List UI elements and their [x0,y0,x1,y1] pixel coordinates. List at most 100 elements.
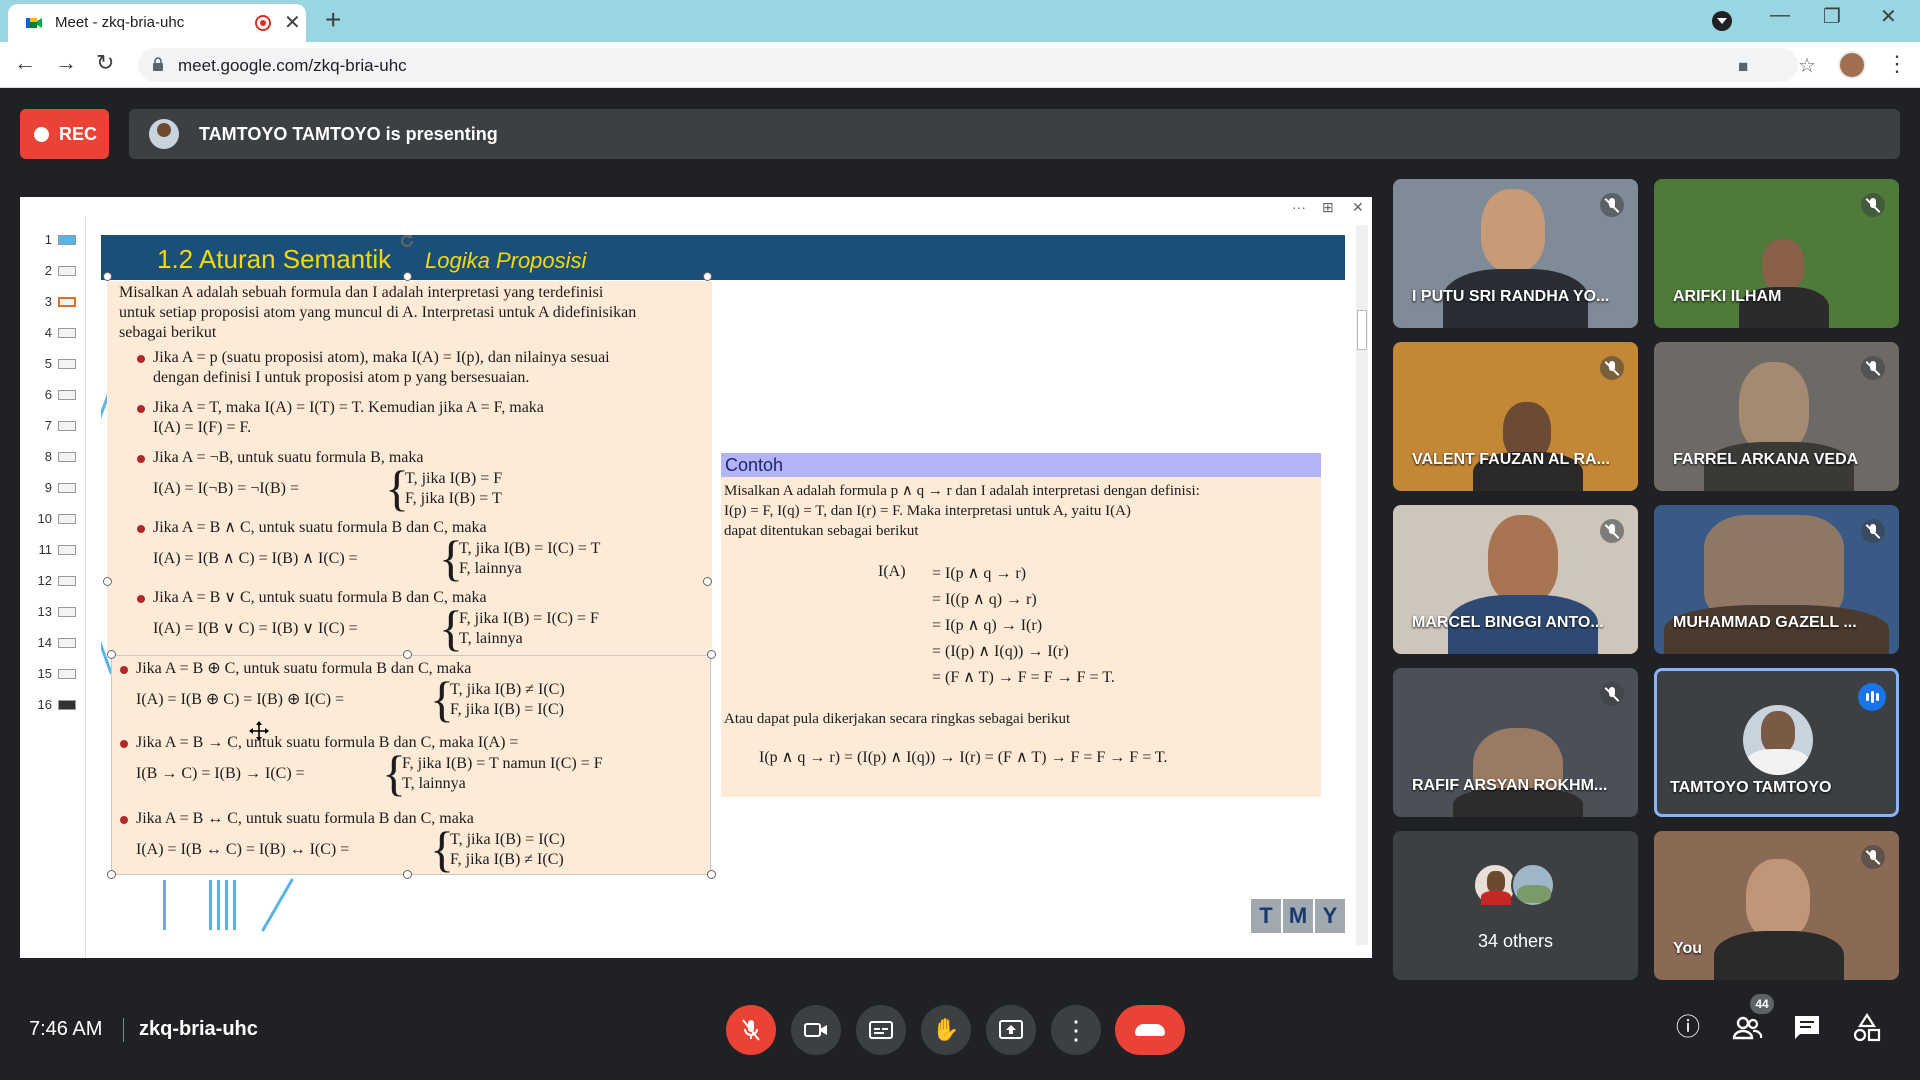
window-close-button[interactable]: ✕ [1880,4,1897,29]
participant-tile-presenter[interactable]: TAMTOYO TAMTOYO [1654,668,1899,817]
tab-close-icon[interactable]: ✕ [284,10,301,35]
slide-thumb-16[interactable]: 16 [30,695,86,715]
rule-5-lhs: I(A) = I(B ∨ C) = I(B) ∨ I(C) = [153,620,358,637]
rules-textbox[interactable]: Misalkan A adalah sebuah formula dan I a… [107,281,712,655]
slide-thumb-9[interactable]: 9 [30,478,86,498]
rule-8-line-1: Jika A = B ↔ C, untuk suatu formula B da… [136,810,474,827]
rule-4-lhs: I(A) = I(B ∧ C) = I(B) ∧ I(C) = [153,550,358,567]
selection-handle[interactable] [703,272,712,281]
slide-thumb-14[interactable]: 14 [30,633,86,653]
tab-search-icon[interactable] [1712,11,1732,31]
self-tile[interactable]: You [1654,831,1899,980]
selection-handle[interactable] [703,577,712,586]
slide-thumb-5[interactable]: 5 [30,354,86,374]
recording-button[interactable]: REC [20,109,109,159]
rotate-handle-icon[interactable] [397,235,417,251]
restore-button[interactable]: ❐ [1823,4,1841,29]
participant-tile[interactable]: I PUTU SRI RANDHA YO... [1393,179,1638,328]
leave-call-button[interactable] [1115,1005,1185,1055]
rule-5-line-1: Jika A = B ∨ C, untuk suatu formula B da… [153,589,487,606]
selection-handle[interactable] [107,870,116,879]
slide-canvas[interactable]: 1.2 Aturan Semantik Logika Proposisi Mis… [101,235,1345,933]
activities-icon[interactable] [1851,1012,1883,1044]
bullet-icon [137,405,145,413]
close-panel-icon[interactable]: ✕ [1352,199,1364,216]
meeting-info-icon[interactable]: ⓘ [1672,1012,1704,1044]
example-box[interactable]: Misalkan A adalah formula p ∧ q → r dan … [721,477,1321,797]
mic-toggle-button[interactable] [726,1005,776,1055]
slide-thumb-12[interactable]: 12 [30,571,86,591]
forward-button[interactable]: → [55,50,77,76]
more-options-icon[interactable]: ··· [1292,199,1306,215]
participant-tile[interactable]: VALENT FAUZAN AL RA... [1393,342,1638,491]
reload-button[interactable]: ↻ [96,50,114,76]
selection-handle[interactable] [107,650,116,659]
avatar-face [1761,711,1795,753]
new-tab-button[interactable]: + [325,4,341,36]
minimize-button[interactable]: — [1770,4,1790,27]
muted-mic-icon [1861,356,1885,380]
slide-thumb-6[interactable]: 6 [30,385,86,405]
captions-icon [869,1021,893,1039]
camera-permission-icon[interactable]: ■ [1738,57,1748,77]
selection-handle[interactable] [403,272,412,281]
slide-thumbnail-panel: 1 2 3 4 5 6 7 8 9 10 11 12 13 14 15 16 [20,217,86,958]
rule-7-lhs: I(B → C) = I(B) → I(C) = [136,765,305,782]
expand-icon[interactable]: ⊞ [1322,199,1334,216]
present-now-button[interactable] [986,1005,1036,1055]
slide-thumb-13[interactable]: 13 [30,602,86,622]
slide-thumb-15[interactable]: 15 [30,664,86,684]
muted-mic-icon [1600,519,1624,543]
slide-thumb-10[interactable]: 10 [30,509,86,529]
captions-button[interactable] [856,1005,906,1055]
selection-handle[interactable] [403,870,412,879]
tmy-logo-t: T [1251,899,1281,933]
selection-handle[interactable] [707,650,716,659]
more-options-button[interactable]: ⋮ [1051,1005,1101,1055]
browser-tab-meet[interactable]: Meet - zkq-bria-uhc ✕ [8,4,306,42]
selection-handle[interactable] [103,272,112,281]
slide-thumb-7[interactable]: 7 [30,416,86,436]
other-avatar-2 [1511,863,1555,907]
decoration [217,880,220,930]
participant-tile[interactable]: ARIFKI ILHAM [1654,179,1899,328]
slide-thumb-3[interactable]: 3 [30,292,86,312]
rule-6-case-1: T, jika I(B) ≠ I(C) [450,681,565,698]
participant-tile[interactable]: MARCEL BINGGI ANTO... [1393,505,1638,654]
back-button[interactable]: ← [14,50,36,76]
browser-menu-icon[interactable]: ⋮ [1886,51,1908,77]
tmy-logo-m: M [1283,899,1313,933]
rule-7-case-1: F, jika I(B) = T namun I(C) = F [402,755,603,772]
camera-toggle-button[interactable] [791,1005,841,1055]
others-tile[interactable]: 34 others [1393,831,1638,980]
address-bar[interactable]: meet.google.com/zkq-bria-uhc ■ ☆ [138,48,1816,82]
participant-tile[interactable]: FARREL ARKANA VEDA [1654,342,1899,491]
slide-thumb-11[interactable]: 11 [30,540,86,560]
bookmark-star-icon[interactable]: ☆ [1798,53,1816,78]
chat-icon[interactable] [1791,1012,1823,1044]
decoration [225,880,228,930]
slide-thumb-1[interactable]: 1 [30,230,86,250]
speaking-indicator-icon [1858,683,1886,711]
slide-scrollbar[interactable] [1356,225,1368,945]
rules-textbox-2[interactable]: Jika A = B ⊕ C, untuk suatu formula B da… [111,655,711,875]
slide-thumb-4[interactable]: 4 [30,323,86,343]
selection-handle[interactable] [103,577,112,586]
video-face [1488,515,1558,603]
rule-2-line-2: I(A) = I(F) = F. [153,419,252,436]
participant-name: I PUTU SRI RANDHA YO... [1412,288,1610,305]
slide-thumb-8[interactable]: 8 [30,447,86,467]
raise-hand-button[interactable]: ✋ [921,1005,971,1055]
profile-avatar[interactable] [1838,51,1866,79]
avatar-torso [1747,749,1809,775]
example-alt-text: Atau dapat pula dikerjakan secara ringka… [724,711,1071,727]
participant-tile[interactable]: MUHAMMAD GAZELL ... [1654,505,1899,654]
people-icon[interactable] [1731,1012,1763,1044]
slide-thumb-2[interactable]: 2 [30,261,86,281]
scrollbar-thumb[interactable] [1357,310,1367,350]
participant-tile[interactable]: RAFIF ARSYAN ROKHM... [1393,668,1638,817]
selection-handle[interactable] [707,870,716,879]
browser-tab-strip: Meet - zkq-bria-uhc ✕ + — ❐ ✕ [0,0,1920,42]
selection-handle[interactable] [403,650,412,659]
example-eq-5: = (F ∧ T) → F = F → F = T. [932,669,1115,686]
